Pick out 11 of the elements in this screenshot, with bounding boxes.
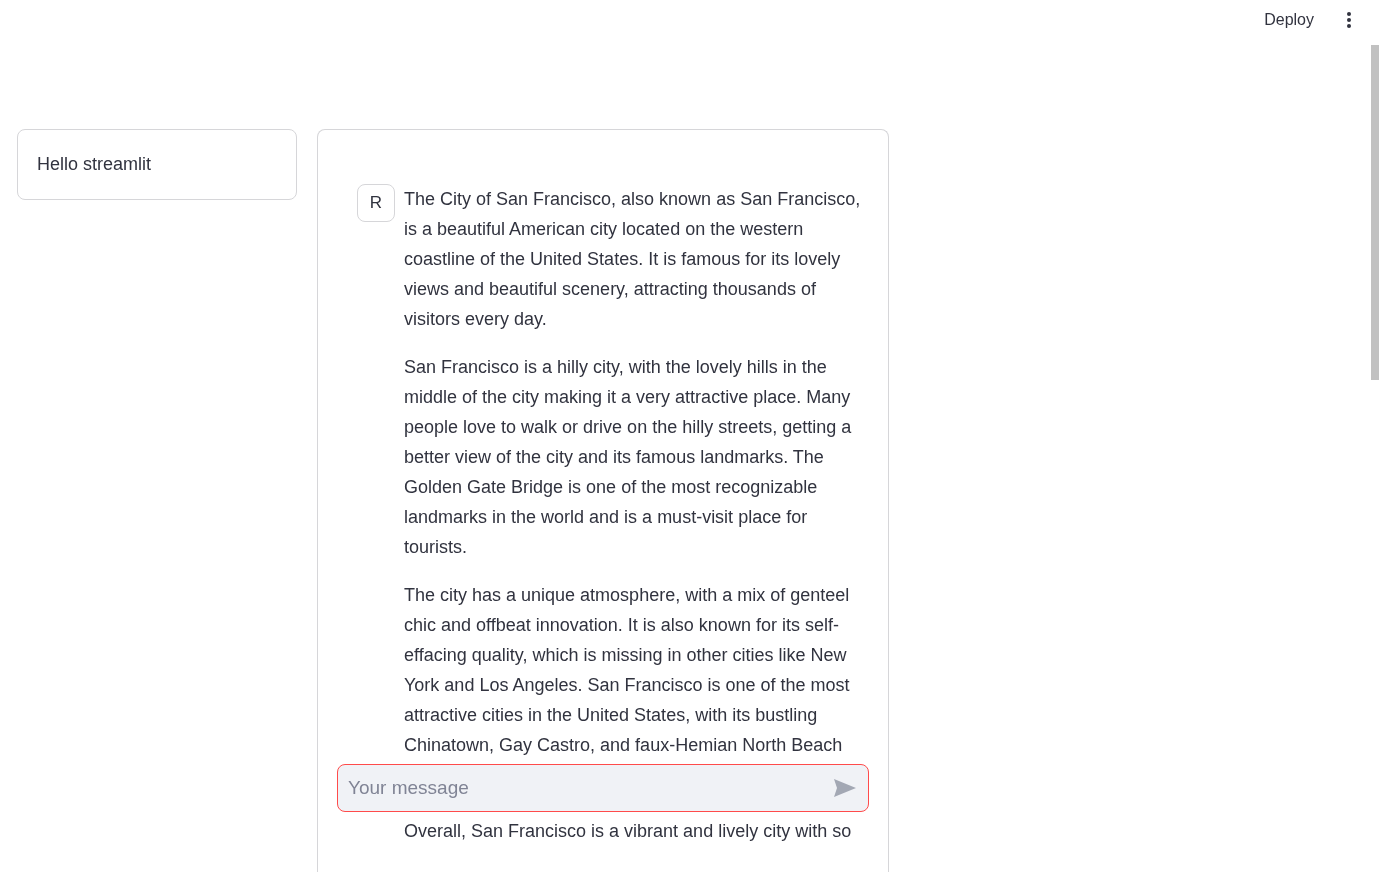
menu-icon[interactable] (1346, 11, 1352, 29)
message-paragraph: Overall, San Francisco is a vibrant and lively city with so (404, 820, 853, 843)
message-paragraph: The City of San Francisco, also known as San Francisco, is a beautiful American city located on the western coastline of the United States. It is famous for its lovely views and beautiful scenery, attracting thousands of visitors every day. (404, 188, 862, 331)
card-text: Hello streamlit (37, 154, 152, 175)
scrollbar-thumb[interactable] (1371, 45, 1379, 380)
message-paragraph: San Francisco is a hilly city, with the lovely hills in the middle of the city making it a very attractive place. Many people love to walk or drive on the hilly streets, getting a better view of the city and its famous landmarks. The Golden Gate Bridge is one of the most recognizable landmarks in the world and is a must-visit place for tourists. (404, 356, 853, 559)
send-icon[interactable] (833, 778, 857, 798)
message-input[interactable]: Your message (337, 764, 869, 812)
message-paragraph: The city has a unique atmosphere, with a mix of genteel chic and offbeat innovation. It is also known for its self-effacing quality, which is missing in other cities like New York and Los Angeles. San Francisco is one of the most attractive cities in the United States, with its bustling Chinatown, Gay Castro, and faux-Hemian North Beach (404, 584, 851, 757)
avatar-icon: R (357, 184, 395, 222)
deploy-button[interactable]: Deploy (1258, 7, 1320, 33)
